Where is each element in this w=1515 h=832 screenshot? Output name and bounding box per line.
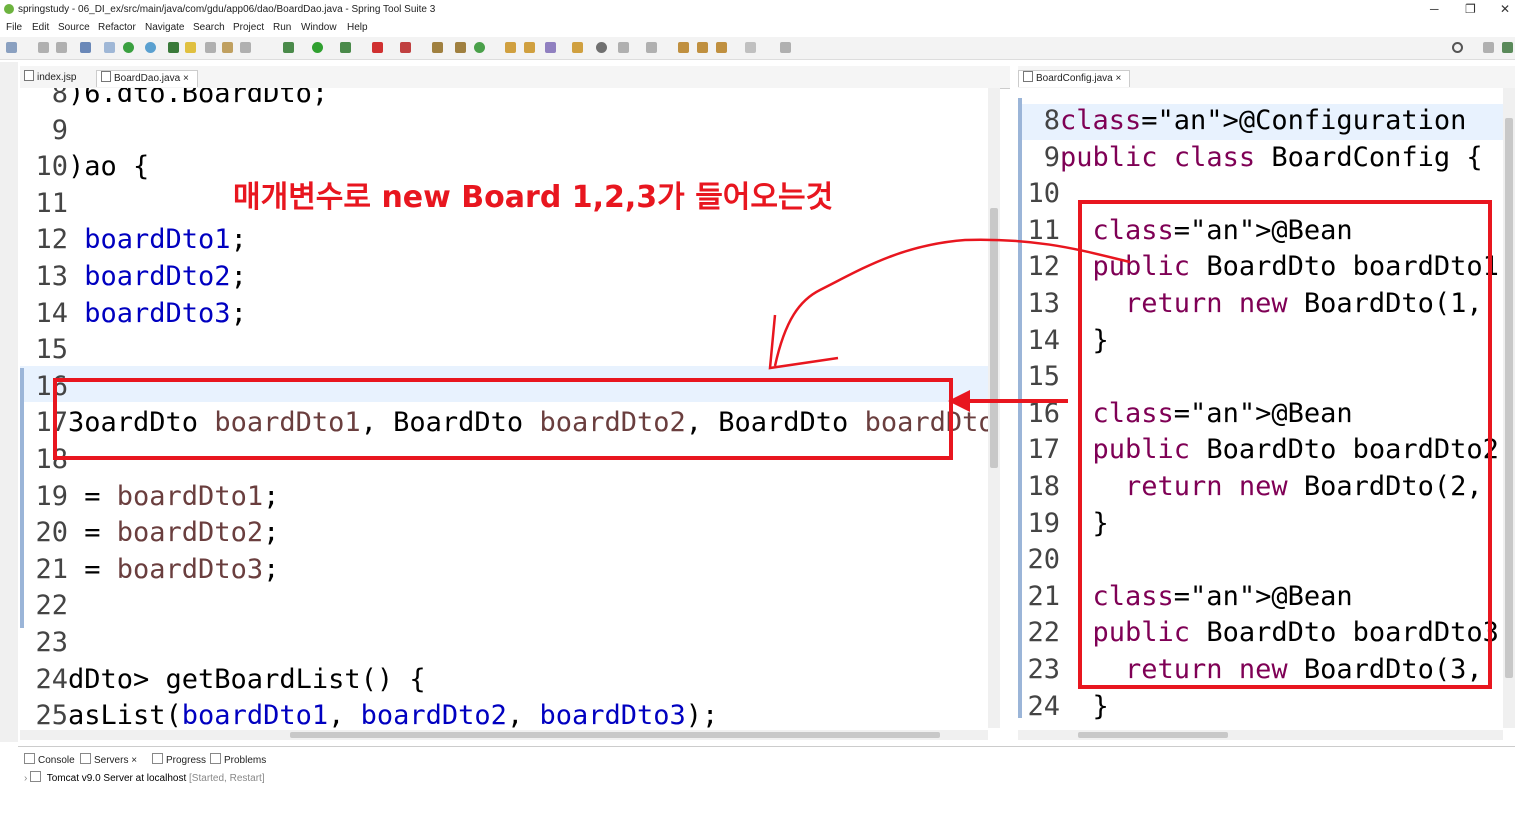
bottom-panel: Console Servers × Progress Problems › To… [18,746,1515,832]
tab-label: Console [38,755,75,766]
servers-icon [80,753,91,764]
problems-icon [210,753,221,764]
expand-chevron-icon[interactable]: › [24,773,27,784]
tab-label: Problems [224,755,267,766]
server-name: Tomcat v9.0 Server at localhost [46,773,187,784]
console-icon [24,753,35,764]
tomcat-icon [30,771,42,782]
tab-problems[interactable]: Problems [210,753,266,766]
server-status: [Started, Restart] [189,773,265,784]
server-entry[interactable]: › Tomcat v9.0 Server at localhost [Start… [24,771,265,784]
close-tab-icon[interactable]: × [131,755,137,766]
annotation-arrows [768,238,1131,412]
tab-label: Servers [94,755,129,766]
tab-label: Progress [166,755,207,766]
straight-arrow-head [948,390,970,412]
tab-progress[interactable]: Progress [152,753,206,766]
tab-console[interactable]: Console [24,753,75,766]
curved-arrow-head [768,314,839,370]
progress-icon [152,753,163,764]
tab-servers[interactable]: Servers × [80,753,138,766]
curved-arrow-shaft [773,238,1131,367]
